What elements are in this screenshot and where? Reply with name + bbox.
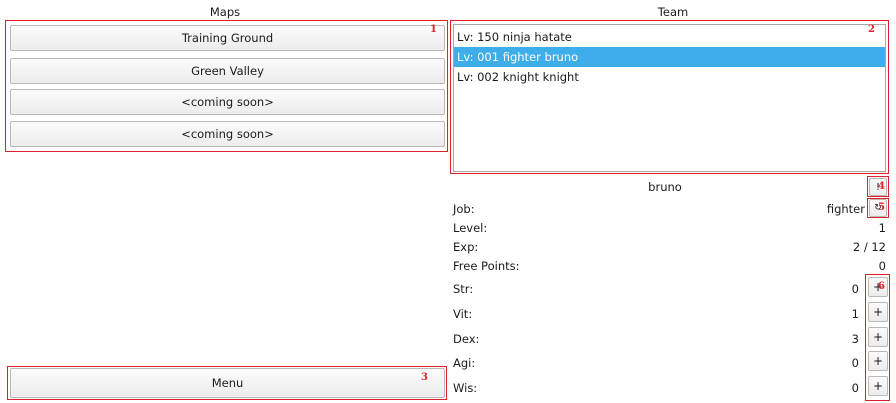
annotation-marker-1: 1 (430, 24, 437, 35)
stat-agi-value: 0 (851, 356, 859, 370)
free-points-value: 0 (878, 259, 886, 273)
stat-wis-label: Wis: (453, 381, 478, 395)
exp-value: 2 / 12 (852, 240, 886, 254)
job-value: fighter (826, 202, 865, 216)
free-points-label: Free Points: (453, 259, 520, 273)
level-value: 1 (878, 221, 886, 235)
character-name: bruno (648, 180, 682, 194)
level-label: Level: (453, 221, 488, 235)
annotation-marker-3: 3 (421, 372, 428, 383)
stat-vit-value: 1 (851, 307, 859, 321)
annotation-marker-4: 4 (878, 181, 885, 192)
annotation-marker-6: 6 (878, 281, 885, 292)
annotation-marker-5: 5 (878, 202, 885, 213)
team-title: Team (657, 5, 689, 19)
exp-label: Exp: (453, 240, 479, 254)
annotation-box-6 (865, 274, 890, 401)
stat-dex-value: 3 (851, 332, 859, 346)
job-label: Job: (453, 202, 475, 216)
stat-agi-label: Agi: (453, 356, 476, 370)
annotation-box-3 (7, 366, 447, 400)
annotation-box-1 (5, 20, 448, 152)
maps-title: Maps (209, 5, 241, 19)
stat-str-value: 0 (851, 282, 859, 296)
annotation-marker-2: 2 (868, 24, 875, 35)
stat-wis-value: 0 (851, 381, 859, 395)
stat-vit-label: Vit: (453, 307, 473, 321)
stat-dex-label: Dex: (453, 332, 480, 346)
annotation-box-2 (450, 20, 889, 174)
stat-str-label: Str: (453, 282, 474, 296)
